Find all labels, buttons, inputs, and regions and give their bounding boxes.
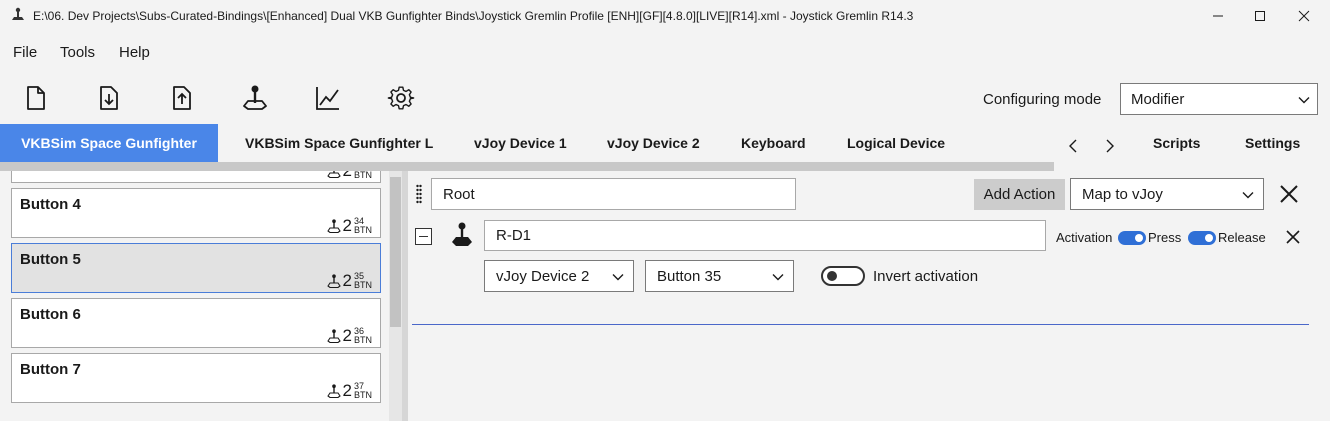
binding-badge: 2 35 BTN [326,271,372,290]
binding-count: 2 [342,271,352,290]
input-button-item[interactable]: Button 6 2 36 BTN [11,298,381,348]
release-label: Release [1218,230,1266,245]
tab-vkbsim-space-gunfighter[interactable]: VKBSim Space Gunfighter [0,124,218,162]
action-description-value: R-D1 [496,227,532,244]
tab-scrollbar[interactable] [0,162,1054,171]
mode-select-value: Modifier [1131,91,1185,108]
binding-suffix: BTN [354,390,372,400]
chevron-down-icon [1242,192,1254,199]
window-title: E:\06. Dev Projects\Subs-Curated-Binding… [33,9,914,23]
input-button-name: Button 7 [20,361,81,378]
input-button-name: Button 6 [20,306,81,323]
tab-logical-device[interactable]: Logical Device [847,124,945,162]
input-button-item[interactable]: Button 3233BTN [11,171,381,183]
maximize-icon [1255,11,1265,21]
binding-badge: 2 36 BTN [326,326,372,345]
tab-keyboard[interactable]: Keyboard [741,124,806,162]
configuring-mode-label: Configuring mode [983,91,1102,108]
menu-tools[interactable]: Tools [60,44,95,61]
tab-vjoy-device-1[interactable]: vJoy Device 1 [474,124,567,162]
binding-count: 2 [343,171,352,181]
vjoy-device-value: vJoy Device 2 [496,268,590,285]
joystick-icon [326,171,341,178]
invert-activation-label: Invert activation [873,268,979,285]
input-button-name: Button 4 [20,196,81,213]
input-list-scrollbar[interactable] [389,171,402,421]
action-type-value: Map to vJoy [1082,186,1163,203]
joystick-icon[interactable] [241,84,269,112]
action-separator [412,324,1309,325]
new-profile-icon[interactable] [22,84,50,112]
binding-badge: 2 37 BTN [326,381,372,400]
vjoy-button-value: Button 35 [657,268,722,285]
close-window-button[interactable] [1281,0,1327,32]
vjoy-device-select[interactable]: vJoy Device 2 [484,260,634,292]
scrollbar-thumb[interactable] [390,177,401,327]
tab-vkbsim-space-gunfighter-l[interactable]: VKBSim Space Gunfighter L [245,124,433,162]
binding-suffix: BTN [354,171,372,180]
binding-count: 2 [342,216,352,235]
title-bar: E:\06. Dev Projects\Subs-Curated-Binding… [0,0,1330,32]
joystick-app-icon [12,7,24,20]
input-list-pane: Button 3233BTN Button 4 234BTN Button 5 235B… [0,171,404,421]
input-button-item[interactable]: Button 7 2 37 BTN [11,353,381,403]
binding-count: 2 [342,326,352,345]
activation-label: Activation [1056,230,1113,245]
binding-badge: 2 34 BTN [326,216,372,235]
chevron-down-icon [772,274,784,281]
add-action-button[interactable]: Add Action [974,179,1065,210]
input-button-name: Button 5 [20,251,81,268]
joystick-icon [326,384,341,398]
container-name-input[interactable]: Root [431,178,796,210]
menu-bar: File Tools Help [0,32,1330,72]
joystick-icon [326,219,341,233]
remove-action-icon[interactable] [1285,229,1301,245]
joystick-icon [326,329,341,343]
maximize-button[interactable] [1237,0,1283,32]
menu-file[interactable]: File [13,44,37,61]
input-button-item[interactable]: Button 5 2 35 BTN [11,243,381,293]
action-type-select[interactable]: Map to vJoy [1070,178,1264,210]
binding-badge: 233BTN [326,171,372,181]
binding-suffix: BTN [354,225,372,235]
tab-scroll-left-icon[interactable] [1066,138,1082,154]
binding-suffix: BTN [354,335,372,345]
vjoy-button-select[interactable]: Button 35 [645,260,794,292]
device-tab-bar: VKBSim Space Gunfighter VKBSim Space Gun… [0,124,1330,162]
tab-vjoy-device-2[interactable]: vJoy Device 2 [607,124,700,162]
load-profile-icon[interactable] [95,84,123,112]
save-profile-icon[interactable] [168,84,196,112]
chart-icon[interactable] [314,84,342,112]
tab-settings[interactable]: Settings [1245,124,1300,162]
binding-count: 2 [342,381,352,400]
press-label: Press [1148,230,1182,245]
remove-container-icon[interactable] [1279,184,1299,204]
drag-handle-icon[interactable] [416,184,422,204]
tab-scripts[interactable]: Scripts [1153,124,1200,162]
joystick-icon [326,274,341,288]
invert-activation-toggle[interactable] [821,266,865,286]
settings-gear-icon[interactable] [387,84,415,112]
binding-suffix: BTN [354,280,372,290]
menu-help[interactable]: Help [119,44,150,61]
configuring-mode-select[interactable]: Modifier [1120,83,1318,115]
container-name-value: Root [443,186,475,203]
collapse-action-button[interactable] [415,228,432,245]
chevron-down-icon [612,274,624,281]
release-toggle[interactable] [1188,231,1216,245]
minimize-icon [1213,15,1223,17]
tab-scroll-right-icon[interactable] [1101,138,1117,154]
close-icon [1298,10,1310,22]
chevron-down-icon [1298,97,1310,104]
minimize-button[interactable] [1195,0,1241,32]
input-button-item[interactable]: Button 4 2 34 BTN [11,188,381,238]
joystick-icon [452,222,472,246]
action-description-input[interactable]: R-D1 [484,220,1046,251]
press-toggle[interactable] [1118,231,1146,245]
